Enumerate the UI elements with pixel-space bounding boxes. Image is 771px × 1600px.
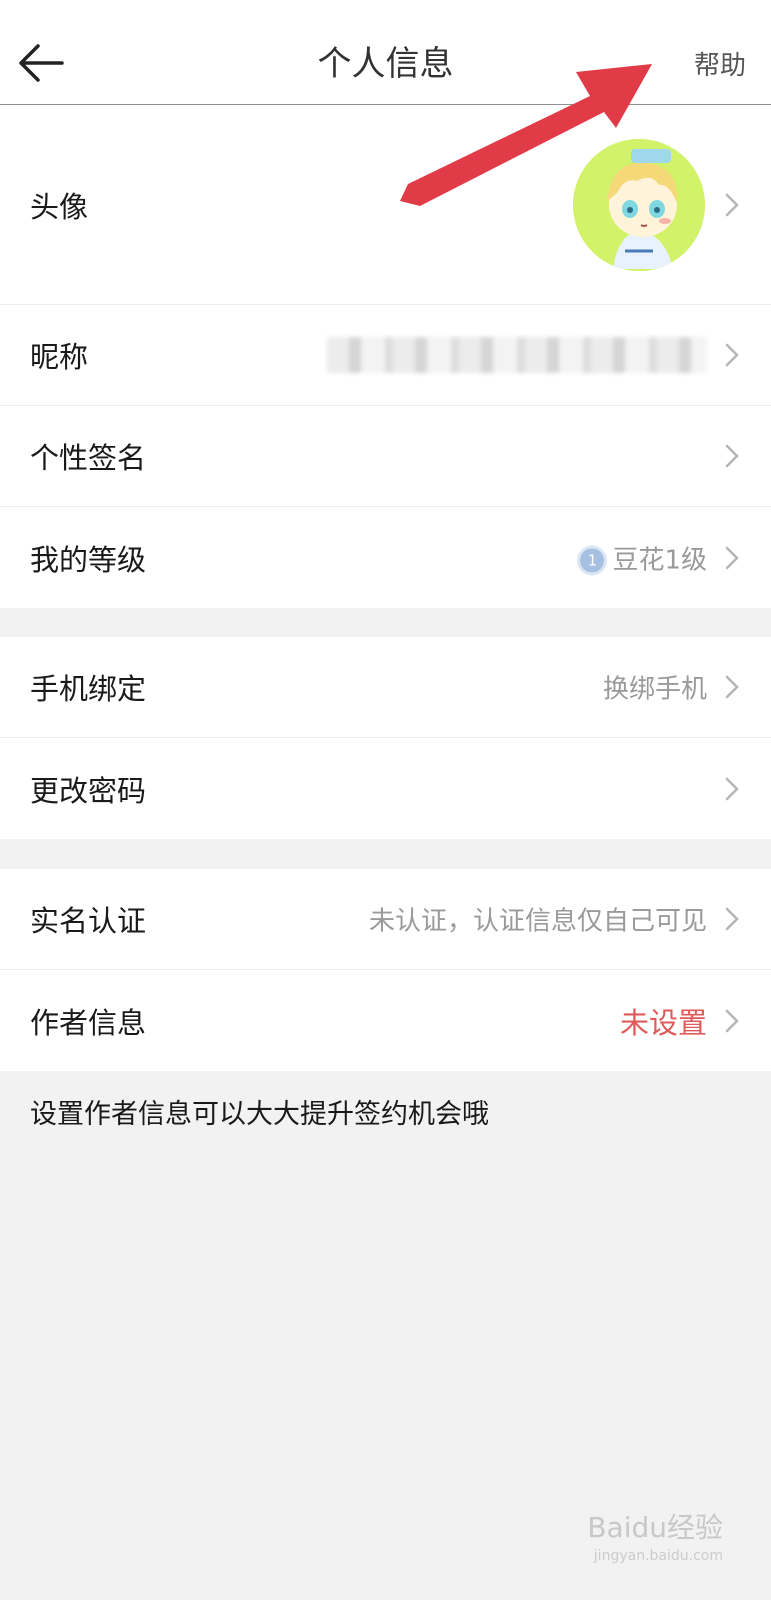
author-info-row[interactable]: 作者信息 未设置: [0, 970, 771, 1071]
avatar-illustration: [573, 139, 705, 271]
profile-settings-group: 头像 昵称 个性签名 我的等级 1 豆花1级: [0, 105, 771, 608]
phone-binding-row[interactable]: 手机绑定 换绑手机: [0, 637, 771, 738]
top-bar: 个人信息 帮助: [0, 0, 771, 105]
nickname-value-blurred: [327, 337, 707, 373]
real-name-verification-value: 未认证，认证信息仅自己可见: [368, 906, 707, 937]
chevron-right-icon: [725, 546, 739, 569]
change-password-label: 更改密码: [30, 773, 147, 808]
level-badge-icon: 1: [580, 548, 605, 573]
chevron-right-icon: [725, 193, 739, 216]
real-name-verification-label: 实名认证: [30, 904, 147, 938]
watermark-url: jingyan.baidu.com: [593, 1548, 723, 1564]
author-info-status: 未设置: [619, 1005, 707, 1040]
nickname-label: 昵称: [30, 340, 89, 374]
change-password-row[interactable]: 更改密码: [0, 738, 771, 839]
phone-binding-label: 手机绑定: [30, 672, 147, 706]
level-value: 1 豆花1级: [580, 539, 707, 576]
chevron-right-icon: [725, 1009, 739, 1032]
security-settings-group: 手机绑定 换绑手机 更改密码: [0, 637, 771, 839]
author-settings-group: 实名认证 未认证，认证信息仅自己可见 作者信息 未设置: [0, 869, 771, 1071]
nickname-row[interactable]: 昵称: [0, 305, 771, 406]
watermark-brand: Baidu经验: [587, 1511, 723, 1544]
avatar-label: 头像: [30, 189, 89, 224]
level-text: 豆花1级: [612, 545, 707, 575]
signature-row[interactable]: 个性签名: [0, 406, 771, 507]
chevron-right-icon: [725, 343, 739, 367]
help-button[interactable]: 帮助: [694, 45, 746, 82]
level-row[interactable]: 我的等级 1 豆花1级: [0, 507, 771, 608]
chevron-right-icon: [725, 675, 739, 699]
level-label: 我的等级: [30, 542, 147, 577]
chevron-right-icon: [725, 444, 739, 468]
avatar[interactable]: [573, 139, 705, 271]
page-title: 个人信息: [317, 44, 454, 84]
author-info-label: 作者信息: [30, 1005, 147, 1040]
phone-binding-value: 换绑手机: [602, 674, 707, 705]
author-info-hint: 设置作者信息可以大大提升签约机会哦: [30, 1099, 489, 1130]
chevron-right-icon: [725, 777, 739, 800]
watermark: Baidu经验 jingyan.baidu.com: [587, 1506, 723, 1564]
signature-label: 个性签名: [30, 441, 147, 475]
chevron-right-icon: [725, 907, 739, 931]
real-name-verification-row[interactable]: 实名认证 未认证，认证信息仅自己可见: [0, 869, 771, 970]
avatar-row[interactable]: 头像: [0, 105, 771, 305]
